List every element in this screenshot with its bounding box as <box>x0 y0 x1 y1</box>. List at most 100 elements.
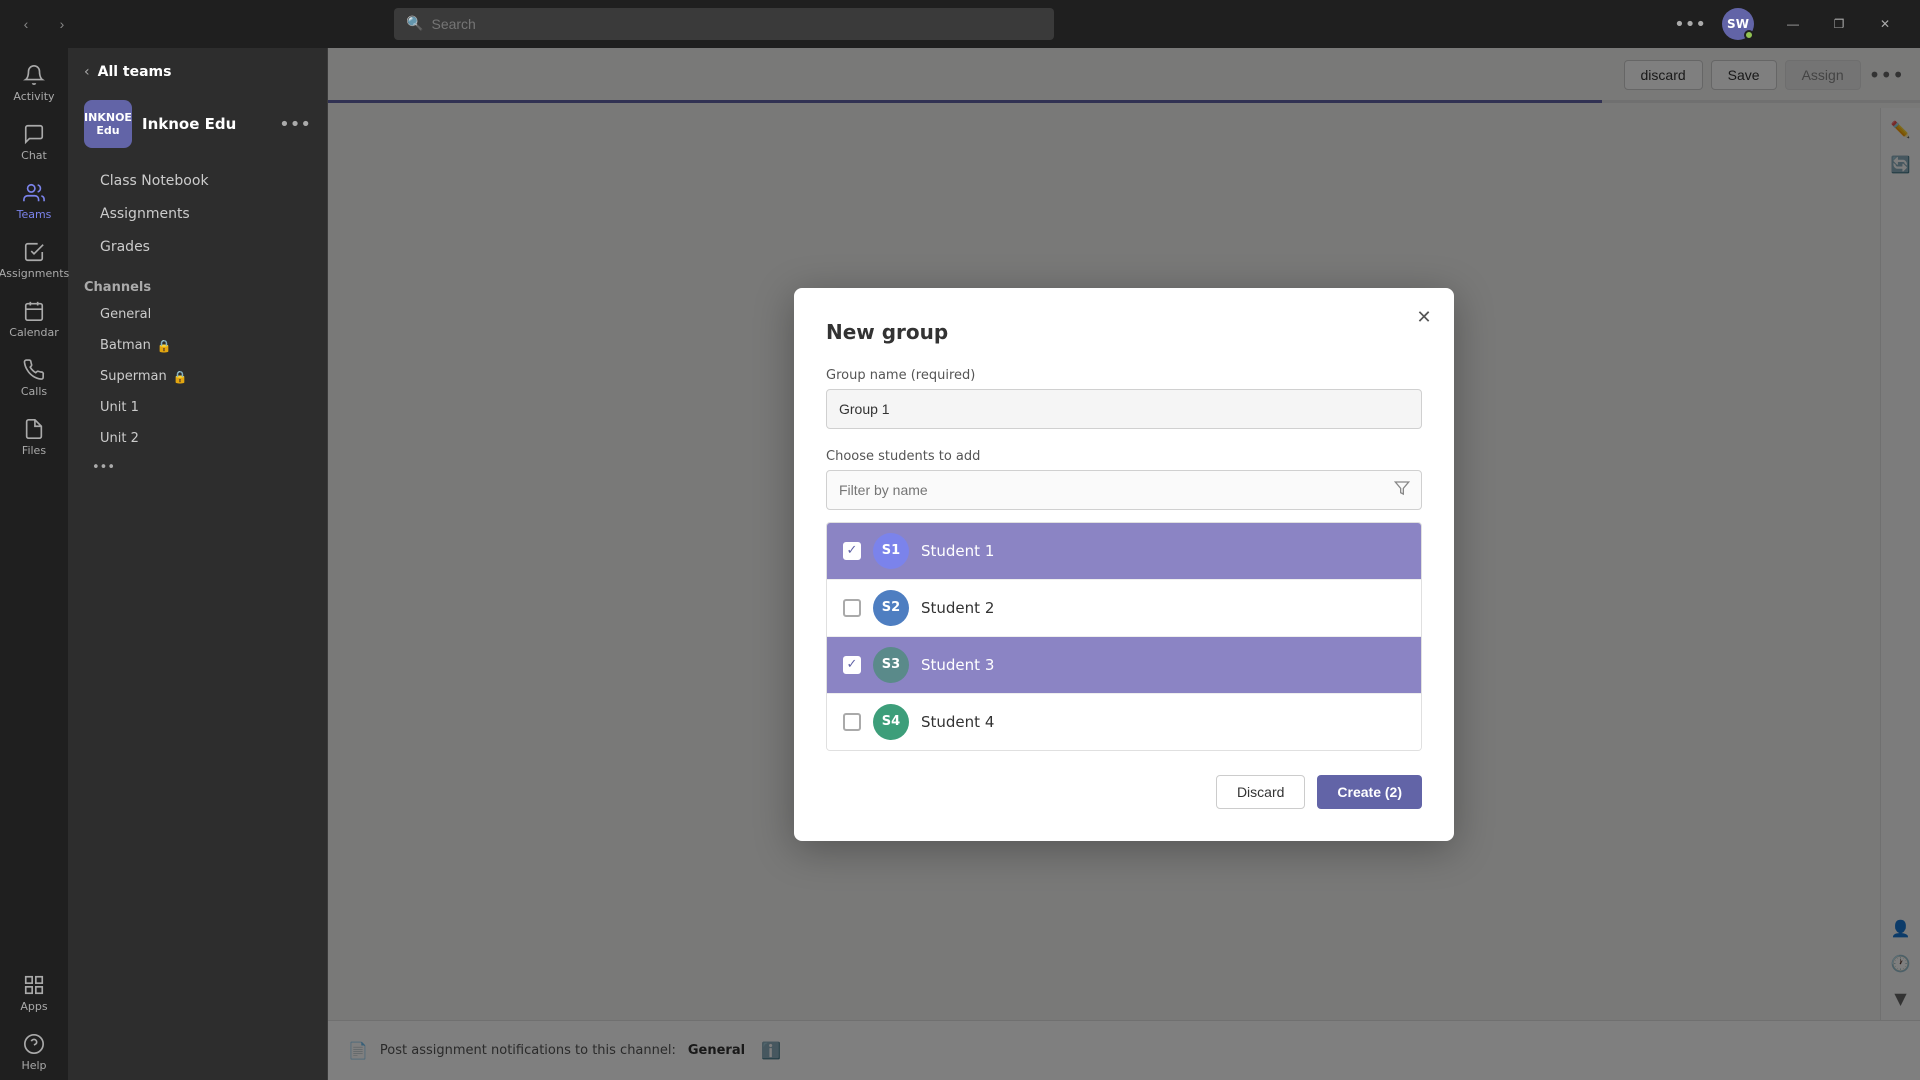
sidebar-item-assignments[interactable]: Assignments <box>8 233 60 288</box>
channel-name-batman: Batman <box>100 338 151 353</box>
create-button[interactable]: Create (2) <box>1317 775 1422 809</box>
team-more-button[interactable]: ••• <box>279 114 311 135</box>
discard-modal-button[interactable]: Discard <box>1216 775 1305 809</box>
students-label: Choose students to add <box>826 449 1422 464</box>
team-name: Inknoe Edu <box>142 115 269 133</box>
student-name-3: Student 3 <box>921 656 994 674</box>
modal-close-button[interactable]: ✕ <box>1410 304 1438 332</box>
teams-panel: ‹ All teams INKNOEEdu Inknoe Edu ••• Cla… <box>68 48 328 1080</box>
back-button[interactable]: ‹ <box>12 10 40 38</box>
channel-unit1[interactable]: Unit 1 <box>76 393 319 422</box>
sidebar-item-calls[interactable]: Calls <box>8 351 60 406</box>
sidebar-item-teams[interactable]: Teams <box>8 174 60 229</box>
lock-icon-batman: 🔒 <box>157 339 172 353</box>
channel-name-general: General <box>100 307 151 322</box>
student-name-1: Student 1 <box>921 542 994 560</box>
calendar-icon <box>23 300 45 322</box>
minimize-button[interactable]: — <box>1770 8 1816 40</box>
channel-name-superman: Superman <box>100 369 167 384</box>
assignments-label: Assignments <box>0 267 69 280</box>
search-bar[interactable]: 🔍 <box>394 8 1054 40</box>
student-avatar-4: S4 <box>873 704 909 740</box>
modal-overlay: ✕ New group Group name (required) Choose… <box>328 48 1920 1080</box>
back-to-teams[interactable]: ‹ <box>84 64 90 80</box>
teams-header-title: All teams <box>98 64 172 80</box>
student-name-2: Student 2 <box>921 599 994 617</box>
sidebar-item-chat[interactable]: Chat <box>8 115 60 170</box>
student-avatar-3: S3 <box>873 647 909 683</box>
activity-icon <box>23 64 45 86</box>
calls-label: Calls <box>21 385 47 398</box>
student-row-2[interactable]: S2 Student 2 <box>827 580 1421 637</box>
lock-icon-superman: 🔒 <box>173 370 188 384</box>
channel-superman[interactable]: Superman 🔒 <box>76 362 319 391</box>
group-name-input[interactable] <box>826 389 1422 429</box>
checkbox-2 <box>843 599 861 617</box>
search-icon: 🔍 <box>406 16 423 32</box>
modal-title: New group <box>826 320 1422 344</box>
student-avatar-1: S1 <box>873 533 909 569</box>
close-button[interactable]: ✕ <box>1862 8 1908 40</box>
apps-icon <box>23 974 45 996</box>
sidebar-item-calendar[interactable]: Calendar <box>8 292 60 347</box>
forward-button[interactable]: › <box>48 10 76 38</box>
new-group-modal: ✕ New group Group name (required) Choose… <box>794 288 1454 841</box>
main-layout: Activity Chat Teams <box>0 48 1920 1080</box>
sidebar-item-files[interactable]: Files <box>8 410 60 465</box>
title-bar-right: ••• SW — ❐ ✕ <box>1666 8 1920 40</box>
channel-batman[interactable]: Batman 🔒 <box>76 331 319 360</box>
nav-assignments[interactable]: Assignments <box>76 198 319 230</box>
group-name-label: Group name (required) <box>826 368 1422 383</box>
student-name-4: Student 4 <box>921 713 994 731</box>
avatar[interactable]: SW <box>1722 8 1754 40</box>
filter-icon <box>1394 480 1410 500</box>
help-label: Help <box>21 1059 46 1072</box>
calendar-label: Calendar <box>9 326 58 339</box>
search-input[interactable] <box>431 16 1042 32</box>
student-row-4[interactable]: S4 Student 4 <box>827 694 1421 750</box>
filter-row <box>826 470 1422 510</box>
left-sidebar: Activity Chat Teams <box>0 48 68 1080</box>
calls-icon <box>23 359 45 381</box>
content-area: discard Save Assign ••• ✏️ 🔄 👤 🕐 ▼ 📄 Pos… <box>328 48 1920 1080</box>
student-list: S1 Student 1 S2 Student 2 <box>826 522 1422 751</box>
channel-unit2[interactable]: Unit 2 <box>76 424 319 453</box>
title-bar: ‹ › 🔍 ••• SW — ❐ ✕ <box>0 0 1920 48</box>
team-logo: INKNOEEdu <box>84 100 132 148</box>
channel-general[interactable]: General <box>76 300 319 329</box>
help-icon <box>23 1033 45 1055</box>
avatar-status <box>1744 30 1754 40</box>
student-row-1[interactable]: S1 Student 1 <box>827 523 1421 580</box>
sidebar-item-apps[interactable]: Apps <box>8 966 60 1021</box>
activity-label: Activity <box>13 90 54 103</box>
nav-grades[interactable]: Grades <box>76 231 319 263</box>
nav-controls: ‹ › <box>0 10 88 38</box>
files-label: Files <box>22 444 46 457</box>
maximize-button[interactable]: ❐ <box>1816 8 1862 40</box>
chat-label: Chat <box>21 149 47 162</box>
student-row-3[interactable]: S3 Student 3 <box>827 637 1421 694</box>
chat-icon <box>23 123 45 145</box>
nav-section: Class Notebook Assignments Grades <box>68 160 327 268</box>
teams-label: Teams <box>17 208 52 221</box>
checkbox-1 <box>843 542 861 560</box>
apps-label: Apps <box>20 1000 47 1013</box>
channels-label: Channels <box>68 268 327 299</box>
sidebar-item-activity[interactable]: Activity <box>8 56 60 111</box>
sidebar-item-help[interactable]: Help <box>8 1025 60 1080</box>
more-channels[interactable]: ••• <box>68 454 327 481</box>
channel-name-unit1: Unit 1 <box>100 400 139 415</box>
assignments-icon <box>23 241 45 263</box>
teams-header: ‹ All teams <box>68 48 327 88</box>
files-icon <box>23 418 45 440</box>
channel-name-unit2: Unit 2 <box>100 431 139 446</box>
window-controls: — ❐ ✕ <box>1770 8 1908 40</box>
student-avatar-2: S2 <box>873 590 909 626</box>
team-entry: INKNOEEdu Inknoe Edu ••• <box>68 88 327 160</box>
modal-footer: Discard Create (2) <box>826 775 1422 809</box>
nav-class-notebook[interactable]: Class Notebook <box>76 165 319 197</box>
checkbox-4 <box>843 713 861 731</box>
filter-input[interactable] <box>826 470 1422 510</box>
checkbox-3 <box>843 656 861 674</box>
more-button[interactable]: ••• <box>1666 10 1714 39</box>
